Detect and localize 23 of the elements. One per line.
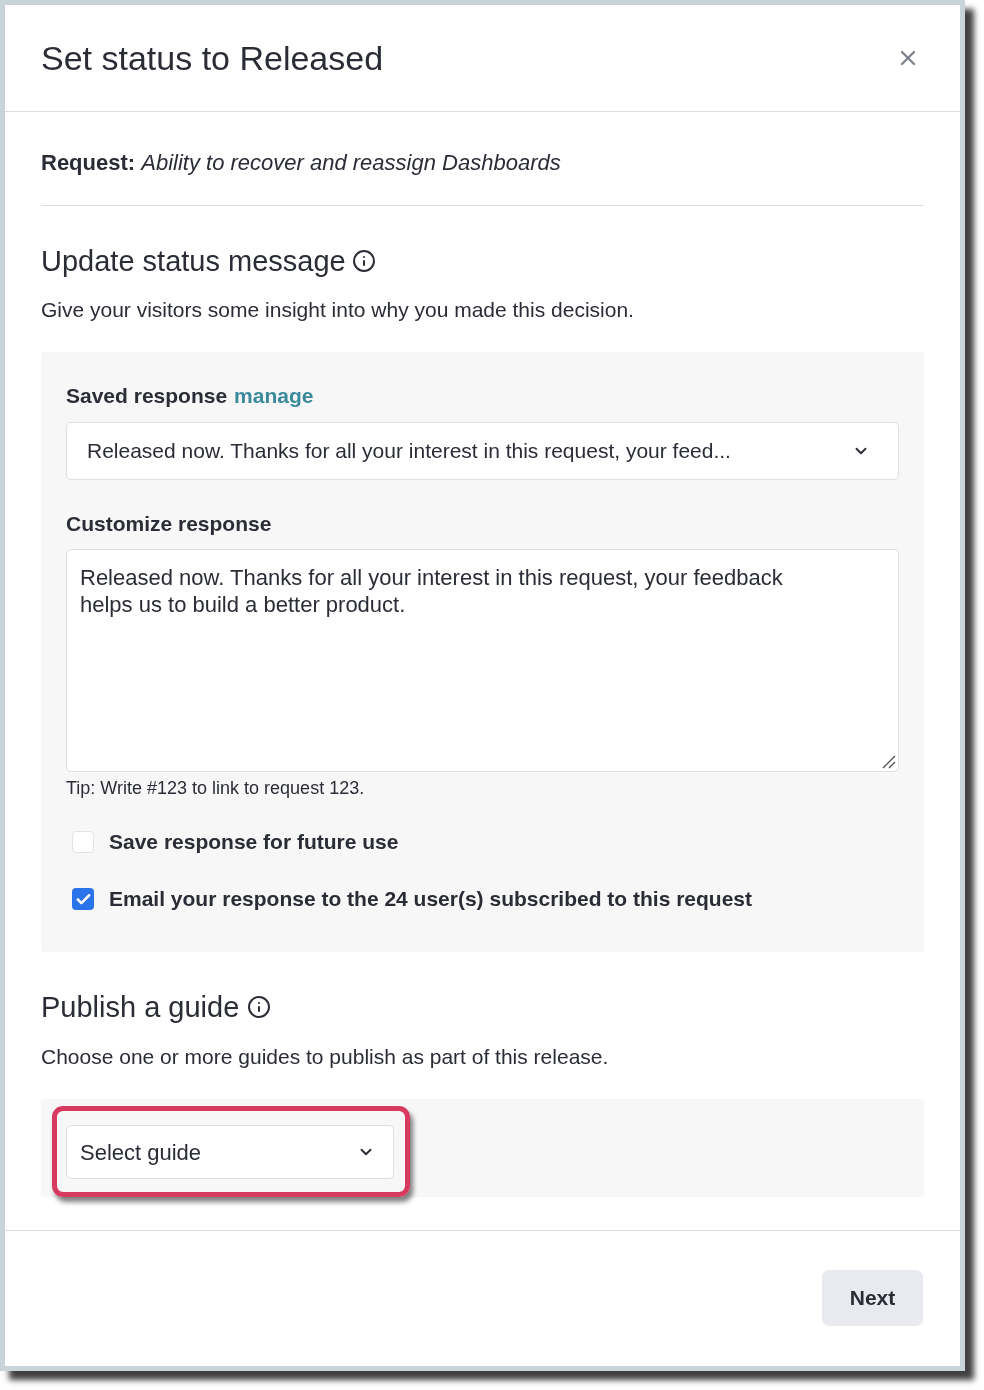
section-heading: Publish a guide	[41, 990, 240, 1025]
manage-link[interactable]: manage	[234, 382, 314, 410]
guide-select[interactable]: Select guide	[66, 1125, 394, 1179]
info-icon[interactable]	[247, 995, 272, 1019]
response-textarea[interactable]: Released now. Thanks for all your interest in this request, your feedback helps us to build a better product.	[66, 549, 899, 772]
checkbox-label: Save response for future use	[109, 829, 399, 855]
checkbox[interactable]	[72, 888, 94, 910]
checkbox-label: Email your response to the 24 user(s) subscribed to this request	[109, 886, 752, 912]
select-placeholder: Select guide	[80, 1138, 202, 1167]
field-label: Customize response	[66, 511, 273, 537]
section-description: Choose one or more guides to publish as part of this release.	[41, 1044, 610, 1070]
dialog-title: Set status to Released	[41, 38, 384, 78]
checkbox[interactable]	[72, 831, 94, 853]
next-button[interactable]: Next	[822, 1270, 923, 1326]
section-heading: Update status message	[41, 244, 346, 279]
info-icon[interactable]	[351, 249, 376, 273]
field-label: Saved response	[66, 383, 228, 409]
select-value: Released now. Thanks for all your interest in this request, your feed...	[87, 438, 731, 465]
saved-response-select[interactable]: Released now. Thanks for all your interest in this request, your feed...	[66, 422, 899, 480]
request-line: Request: Ability to recover and reassign Dashboards	[41, 149, 562, 177]
tip-text: Tip: Write #123 to link to request 123.	[66, 777, 366, 800]
resize-handle-icon[interactable]	[882, 755, 896, 769]
section-description: Give your visitors some insight into why you made this decision.	[41, 297, 635, 323]
